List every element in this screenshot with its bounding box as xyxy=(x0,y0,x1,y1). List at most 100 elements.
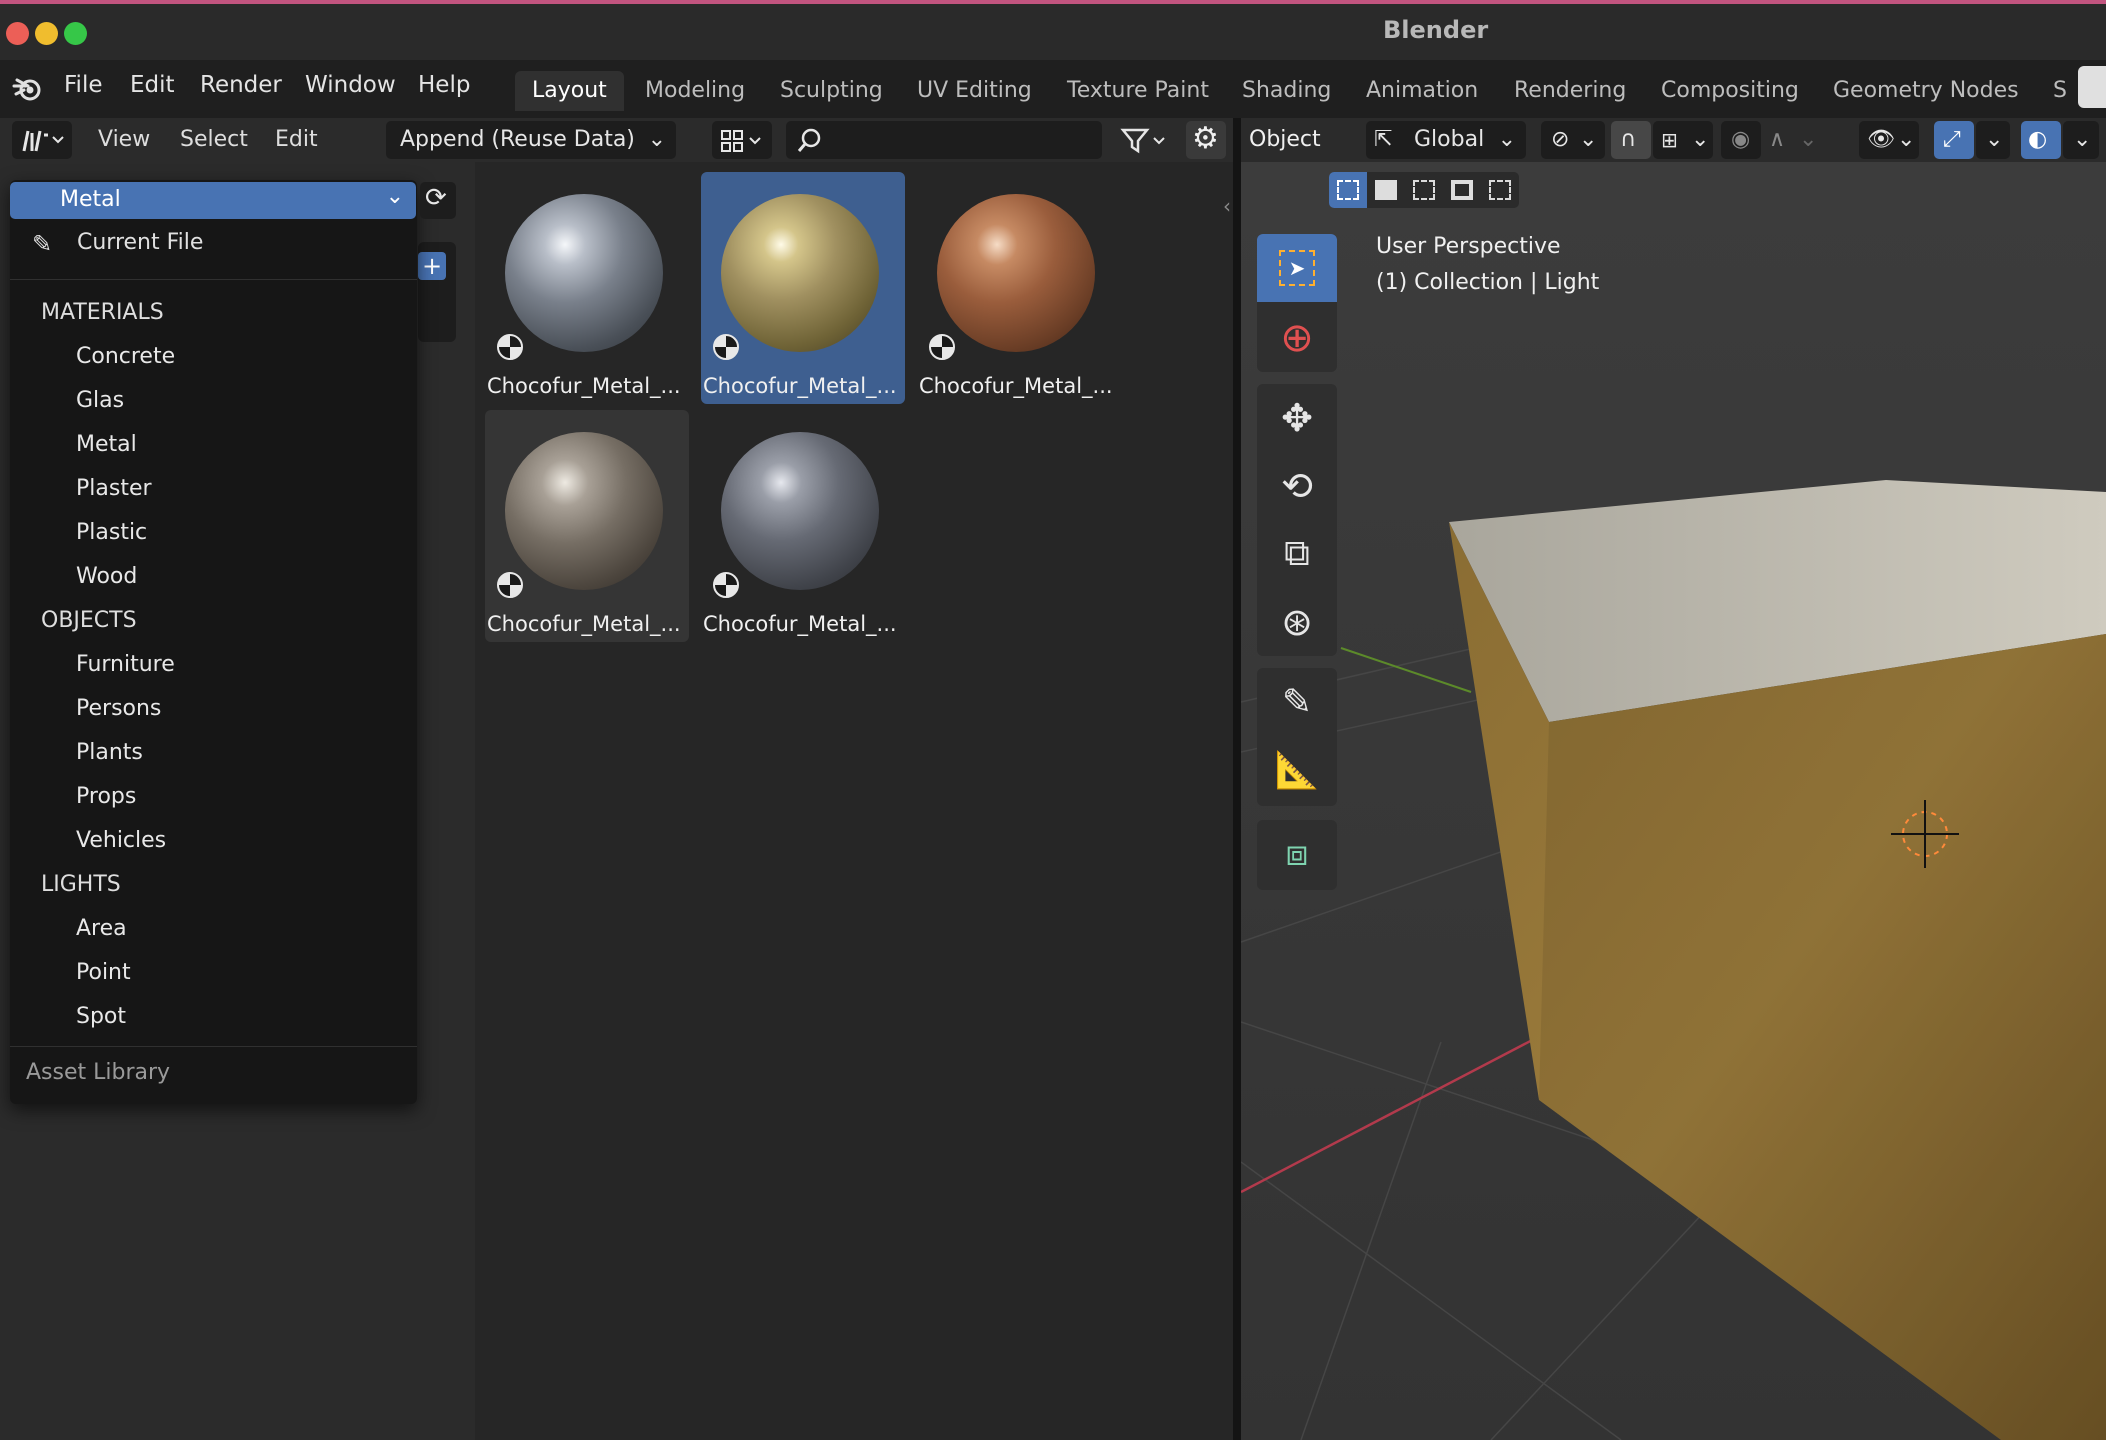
search-field[interactable] xyxy=(786,121,1102,159)
tab-modeling[interactable]: Modeling xyxy=(628,71,762,111)
tool-group-transform: ✥ ⟲ ⧉ ⊛ xyxy=(1257,384,1337,656)
material-preview xyxy=(505,432,663,590)
menu-edit[interactable]: Edit xyxy=(130,72,175,98)
tab-texture-paint[interactable]: Texture Paint xyxy=(1050,71,1226,111)
proportional-editing-toggle[interactable]: ◉ xyxy=(1721,121,1761,159)
catalog-point[interactable]: Point xyxy=(76,960,131,985)
catalog-vehicles[interactable]: Vehicles xyxy=(76,828,166,853)
library-selector[interactable]: Metal ⌄ xyxy=(10,182,416,219)
menu-view[interactable]: View xyxy=(98,127,150,152)
catalog-persons[interactable]: Persons xyxy=(76,696,161,721)
catalog-plastic[interactable]: Plastic xyxy=(76,520,147,545)
material-icon xyxy=(713,572,739,598)
menu-render[interactable]: Render xyxy=(200,72,282,98)
add-cube-tool[interactable]: ⧈ xyxy=(1257,820,1337,888)
catalog-wood[interactable]: Wood xyxy=(76,564,137,589)
visibility-dropdown[interactable]: 👁 ⌄ xyxy=(1859,121,1919,159)
menu-select[interactable]: Select xyxy=(180,127,248,152)
select-extend-button[interactable] xyxy=(1367,172,1405,208)
thumbnails-grid-icon xyxy=(721,130,761,152)
tab-layout[interactable]: Layout xyxy=(515,71,624,111)
scene-selector-button[interactable] xyxy=(2078,66,2106,108)
asset-tile-selected[interactable]: Chocofur_Metal_... xyxy=(701,172,905,404)
overlay-toggle[interactable]: ◐ xyxy=(2021,121,2061,159)
catalog-objects[interactable]: OBJECTS xyxy=(41,608,137,633)
menu-help[interactable]: Help xyxy=(418,72,470,98)
tab-animation[interactable]: Animation xyxy=(1349,71,1495,111)
cursor-tool[interactable]: ⊕ xyxy=(1257,304,1337,372)
select-new-button[interactable] xyxy=(1329,172,1367,208)
catalog-spot[interactable]: Spot xyxy=(76,1004,126,1029)
area-divider[interactable] xyxy=(1233,118,1241,1440)
snap-toggle[interactable]: ∩ xyxy=(1611,121,1651,159)
catalog-plaster[interactable]: Plaster xyxy=(76,476,152,501)
gizmo-toggle[interactable]: ⤢ xyxy=(1934,121,1974,159)
material-icon xyxy=(713,334,739,360)
zoom-window-button[interactable] xyxy=(64,22,87,45)
refresh-library-button[interactable]: ⟳ xyxy=(420,182,456,219)
select-intersect-button[interactable] xyxy=(1481,172,1519,208)
sidebar-toggle-icon[interactable]: ‹ xyxy=(1223,194,1231,218)
catalog-lights[interactable]: LIGHTS xyxy=(41,872,121,897)
tab-shading[interactable]: Shading xyxy=(1225,71,1348,111)
tab-rendering[interactable]: Rendering xyxy=(1497,71,1643,111)
snap-target-dropdown[interactable]: ⊞ ⌄ xyxy=(1653,121,1713,159)
menu-edit-asset[interactable]: Edit xyxy=(275,127,318,152)
chevron-down-icon: ⌄ xyxy=(1691,127,1710,152)
display-mode-dropdown[interactable] xyxy=(712,121,772,159)
overlay-dropdown[interactable]: ⌄ xyxy=(2063,121,2099,159)
asset-tile[interactable]: Chocofur_Metal_... xyxy=(485,410,689,642)
asset-tile[interactable]: Chocofur_Metal_... xyxy=(485,172,689,404)
tab-geometry-nodes[interactable]: Geometry Nodes xyxy=(1816,71,2036,111)
tab-uv-editing[interactable]: UV Editing xyxy=(900,71,1049,111)
select-subtract-button[interactable] xyxy=(1405,172,1443,208)
blender-logo-icon[interactable] xyxy=(12,74,44,102)
catalog-furniture[interactable]: Furniture xyxy=(76,652,175,677)
gizmo-dropdown[interactable]: ⌄ xyxy=(1976,121,2010,159)
add-catalog-button[interactable]: + xyxy=(418,252,446,280)
menu-file[interactable]: File xyxy=(64,72,103,98)
catalog-metal[interactable]: Metal xyxy=(76,432,137,457)
minimize-window-button[interactable] xyxy=(35,22,58,45)
settings-button[interactable]: ⚙ xyxy=(1186,121,1226,159)
collection-info-text: (1) Collection | Light xyxy=(1376,270,1600,295)
transform-icon: ⊛ xyxy=(1281,600,1313,644)
tab-sculpting[interactable]: Sculpting xyxy=(763,71,900,111)
catalog-glas[interactable]: Glas xyxy=(76,388,124,413)
tab-scripting[interactable]: S xyxy=(2036,71,2084,111)
material-icon xyxy=(497,572,523,598)
transform-tool[interactable]: ⊛ xyxy=(1257,588,1337,656)
cursor-select-icon: ➤ xyxy=(1279,250,1315,286)
editor-type-button[interactable] xyxy=(12,121,72,159)
catalog-plants[interactable]: Plants xyxy=(76,740,143,765)
catalog-concrete[interactable]: Concrete xyxy=(76,344,175,369)
close-window-button[interactable] xyxy=(6,22,29,45)
material-preview xyxy=(721,432,879,590)
catalog-materials[interactable]: MATERIALS xyxy=(41,300,164,325)
rotate-tool[interactable]: ⟲ xyxy=(1257,452,1337,520)
asset-tile[interactable]: Chocofur_Metal_... xyxy=(917,172,1121,404)
3d-cursor-icon: ⊕ xyxy=(1280,315,1314,361)
transform-orientation-dropdown[interactable]: ⇱ Global ⌄ xyxy=(1366,121,1526,159)
material-icon xyxy=(929,334,955,360)
falloff-dropdown[interactable]: ∧ ⌄ xyxy=(1763,121,1823,159)
chevron-down-icon: ⌄ xyxy=(1497,127,1516,152)
annotate-tool[interactable]: ✎ xyxy=(1257,668,1337,736)
select-box-tool[interactable]: ➤ xyxy=(1257,234,1337,302)
asset-name: Chocofur_Metal_... xyxy=(487,374,681,398)
tab-compositing[interactable]: Compositing xyxy=(1644,71,1816,111)
catalog-props[interactable]: Props xyxy=(76,784,136,809)
3d-viewport[interactable]: ➤ ⊕ ✥ ⟲ ⧉ ⊛ ✎ 📐 ⧈ User Perspective (1) C… xyxy=(1241,162,2106,1440)
viewport-header: Object ⇱ Global ⌄ ⊘ ⌄ ∩ ⊞ ⌄ ◉ ∧ ⌄ 👁 ⌄ ⤢ xyxy=(1241,118,2106,162)
select-invert-button[interactable] xyxy=(1443,172,1481,208)
filter-dropdown[interactable] xyxy=(1114,121,1174,159)
catalog-area[interactable]: Area xyxy=(76,916,127,941)
move-tool[interactable]: ✥ xyxy=(1257,384,1337,452)
pivot-point-dropdown[interactable]: ⊘ ⌄ xyxy=(1541,121,1605,159)
scale-tool[interactable]: ⧉ xyxy=(1257,520,1337,588)
asset-tile[interactable]: Chocofur_Metal_... xyxy=(701,410,905,642)
measure-tool[interactable]: 📐 xyxy=(1257,736,1337,804)
menu-window[interactable]: Window xyxy=(305,72,396,98)
interaction-mode[interactable]: Object xyxy=(1249,127,1321,152)
import-method-dropdown[interactable]: Append (Reuse Data) ⌄ xyxy=(386,121,676,159)
